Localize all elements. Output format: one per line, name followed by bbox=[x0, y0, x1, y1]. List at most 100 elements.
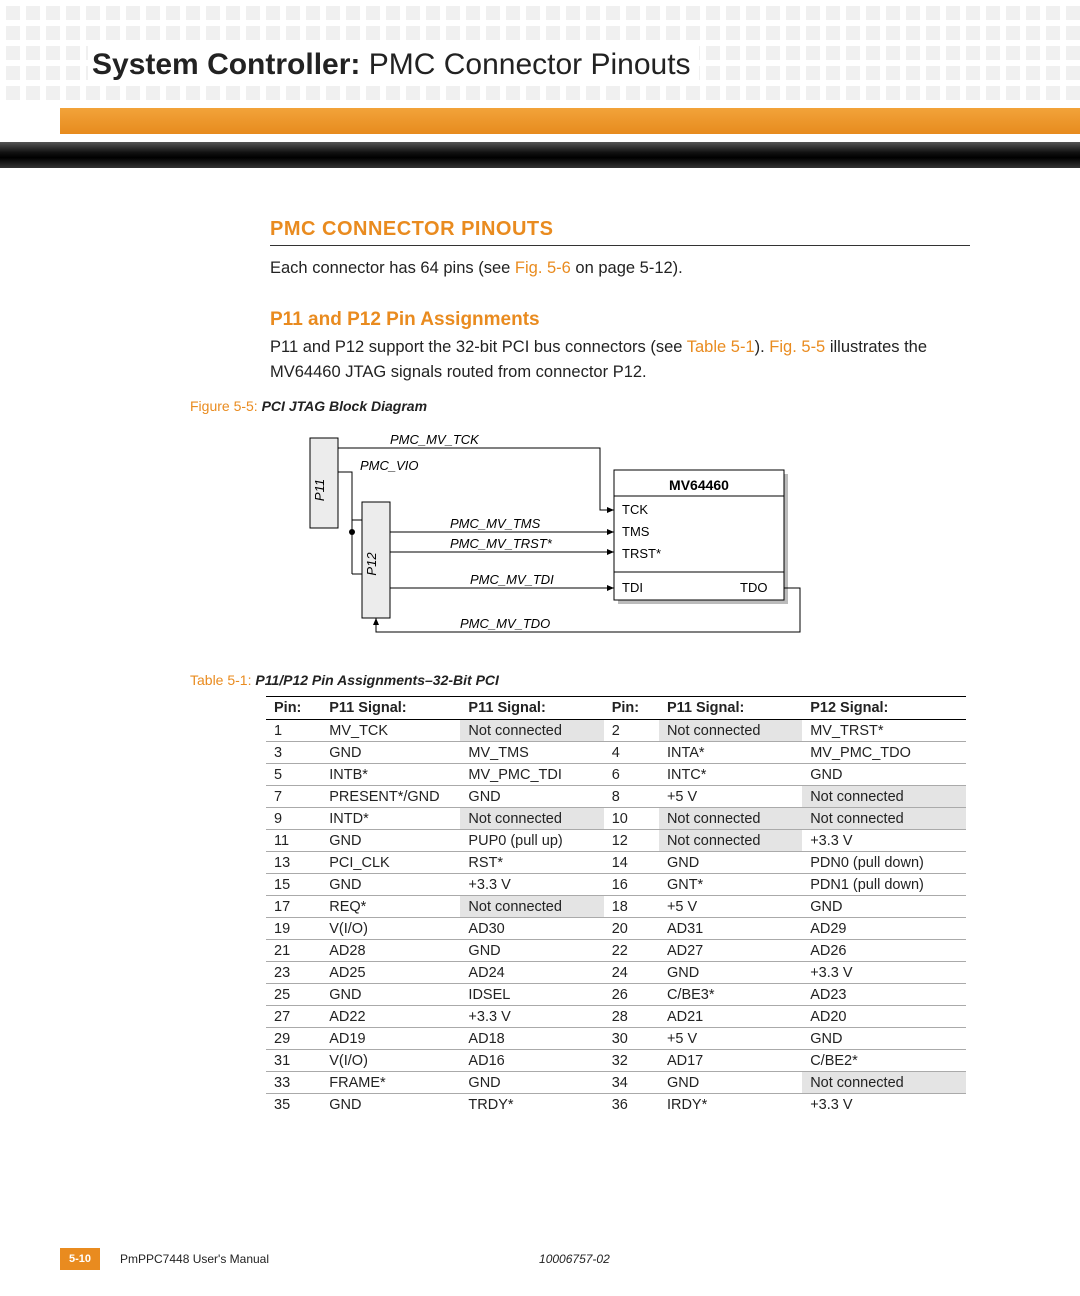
table-cell: 23 bbox=[266, 962, 321, 984]
svg-text:TRST*: TRST* bbox=[622, 546, 661, 561]
svg-text:TDO: TDO bbox=[740, 580, 767, 595]
orange-band bbox=[60, 108, 1080, 134]
p2b: ). bbox=[755, 338, 770, 356]
svg-text:MV64460: MV64460 bbox=[669, 477, 729, 493]
table-cell: AD26 bbox=[802, 940, 966, 962]
table-cell: AD17 bbox=[659, 1050, 802, 1072]
table-cell: Not connected bbox=[802, 786, 966, 808]
table-cell: PDN1 (pull down) bbox=[802, 874, 966, 896]
table-cell: GND bbox=[321, 874, 460, 896]
table-cell: +5 V bbox=[659, 896, 802, 918]
table-cell: +5 V bbox=[659, 786, 802, 808]
intro-post: on page 5-12). bbox=[571, 259, 683, 277]
table-cell: AD29 bbox=[802, 918, 966, 940]
table-cell: V(I/O) bbox=[321, 918, 460, 940]
table-row: 5INTB*MV_PMC_TDI6INTC*GND bbox=[266, 764, 966, 786]
table-cell: GND bbox=[460, 786, 603, 808]
table-cell: GNT* bbox=[659, 874, 802, 896]
table-cell: 28 bbox=[604, 1006, 659, 1028]
table-cell: AD20 bbox=[802, 1006, 966, 1028]
table-title: P11/P12 Pin Assignments–32-Bit PCI bbox=[255, 672, 499, 688]
page-footer: 5-10 PmPPC7448 User's Manual 10006757-02 bbox=[60, 1248, 1020, 1270]
table-cell: 29 bbox=[266, 1028, 321, 1050]
table-cell: AD19 bbox=[321, 1028, 460, 1050]
intro-pre: Each connector has 64 pins (see bbox=[270, 259, 515, 277]
table-cell: AD18 bbox=[460, 1028, 603, 1050]
jtag-block-diagram: P11 P12 MV64460 TCK TMS TRST* TDI TDO PM… bbox=[300, 424, 860, 654]
table-cell: Not connected bbox=[460, 808, 603, 830]
table-cell: +3.3 V bbox=[802, 1094, 966, 1116]
table-cell: 27 bbox=[266, 1006, 321, 1028]
table-cell: 6 bbox=[604, 764, 659, 786]
table-cell: 14 bbox=[604, 852, 659, 874]
table-row: 33FRAME*GND34GNDNot connected bbox=[266, 1072, 966, 1094]
table-cell: AD21 bbox=[659, 1006, 802, 1028]
table-cell: AD30 bbox=[460, 918, 603, 940]
th-pin-a: Pin: bbox=[266, 697, 321, 720]
svg-text:PMC_MV_TRST*: PMC_MV_TRST* bbox=[450, 536, 553, 551]
table-tag: Table 5-1: bbox=[190, 672, 251, 688]
table-cell: Not connected bbox=[460, 720, 603, 742]
table-row: 27AD22+3.3 V28AD21AD20 bbox=[266, 1006, 966, 1028]
figure-tag: Figure 5-5: bbox=[190, 398, 258, 414]
th-p12: P12 Signal: bbox=[802, 697, 966, 720]
table-cell: IRDY* bbox=[659, 1094, 802, 1116]
table-row: 25GNDIDSEL26C/BE3*AD23 bbox=[266, 984, 966, 1006]
table-cell: 1 bbox=[266, 720, 321, 742]
table-cell: 21 bbox=[266, 940, 321, 962]
svg-text:PMC_MV_TCK: PMC_MV_TCK bbox=[390, 432, 480, 447]
page-number-badge: 5-10 bbox=[60, 1248, 100, 1270]
table-row: 3GNDMV_TMS4INTA*MV_PMC_TDO bbox=[266, 742, 966, 764]
table-cell: AD23 bbox=[802, 984, 966, 1006]
table-row: 21AD28GND22AD27AD26 bbox=[266, 940, 966, 962]
table-cell: MV_TMS bbox=[460, 742, 603, 764]
table-cell: AD25 bbox=[321, 962, 460, 984]
document-id: 10006757-02 bbox=[539, 1252, 610, 1266]
table-cell: GND bbox=[802, 896, 966, 918]
table-cell: IDSEL bbox=[460, 984, 603, 1006]
table-cell: GND bbox=[460, 1072, 603, 1094]
table-cell: 34 bbox=[604, 1072, 659, 1094]
table-row: 9INTD*Not connected10Not connectedNot co… bbox=[266, 808, 966, 830]
table-cell: 9 bbox=[266, 808, 321, 830]
table-cell: +3.3 V bbox=[460, 1006, 603, 1028]
table-cell: 13 bbox=[266, 852, 321, 874]
svg-text:TCK: TCK bbox=[622, 502, 648, 517]
table-cell: C/BE3* bbox=[659, 984, 802, 1006]
table-cell: +3.3 V bbox=[460, 874, 603, 896]
crossref-fig-5-5[interactable]: Fig. 5-5 bbox=[769, 338, 825, 356]
table-cell: 26 bbox=[604, 984, 659, 1006]
table-cell: GND bbox=[802, 764, 966, 786]
table-cell: 15 bbox=[266, 874, 321, 896]
crossref-table-5-1[interactable]: Table 5-1 bbox=[687, 338, 755, 356]
table-cell: GND bbox=[659, 1072, 802, 1094]
crossref-fig-5-6[interactable]: Fig. 5-6 bbox=[515, 259, 571, 277]
table-row: 13PCI_CLKRST*14GNDPDN0 (pull down) bbox=[266, 852, 966, 874]
figure-caption: Figure 5-5: PCI JTAG Block Diagram bbox=[190, 398, 970, 414]
page-title-bold: System Controller: bbox=[92, 48, 360, 81]
intro-paragraph: Each connector has 64 pins (see Fig. 5-6… bbox=[270, 256, 970, 281]
table-cell: +5 V bbox=[659, 1028, 802, 1050]
table-cell: GND bbox=[321, 830, 460, 852]
table-cell: 4 bbox=[604, 742, 659, 764]
section-heading: PMC CONNECTOR PINOUTS bbox=[270, 218, 970, 246]
table-row: 11GNDPUP0 (pull up)12Not connected+3.3 V bbox=[266, 830, 966, 852]
table-cell: INTB* bbox=[321, 764, 460, 786]
table-cell: 36 bbox=[604, 1094, 659, 1116]
table-cell: 3 bbox=[266, 742, 321, 764]
table-cell: GND bbox=[321, 1094, 460, 1116]
table-cell: AD16 bbox=[460, 1050, 603, 1072]
table-cell: AD22 bbox=[321, 1006, 460, 1028]
main-content: PMC CONNECTOR PINOUTS Each connector has… bbox=[270, 218, 970, 1115]
table-cell: INTA* bbox=[659, 742, 802, 764]
table-cell: Not connected bbox=[460, 896, 603, 918]
th-pin-b: Pin: bbox=[604, 697, 659, 720]
table-cell: FRAME* bbox=[321, 1072, 460, 1094]
svg-text:PMC_MV_TMS: PMC_MV_TMS bbox=[450, 516, 541, 531]
table-caption: Table 5-1: P11/P12 Pin Assignments–32-Bi… bbox=[190, 672, 970, 688]
black-band bbox=[0, 142, 1080, 168]
p2a: P11 and P12 support the 32-bit PCI bus c… bbox=[270, 338, 687, 356]
table-cell: Not connected bbox=[802, 1072, 966, 1094]
table-cell: 16 bbox=[604, 874, 659, 896]
table-cell: 11 bbox=[266, 830, 321, 852]
